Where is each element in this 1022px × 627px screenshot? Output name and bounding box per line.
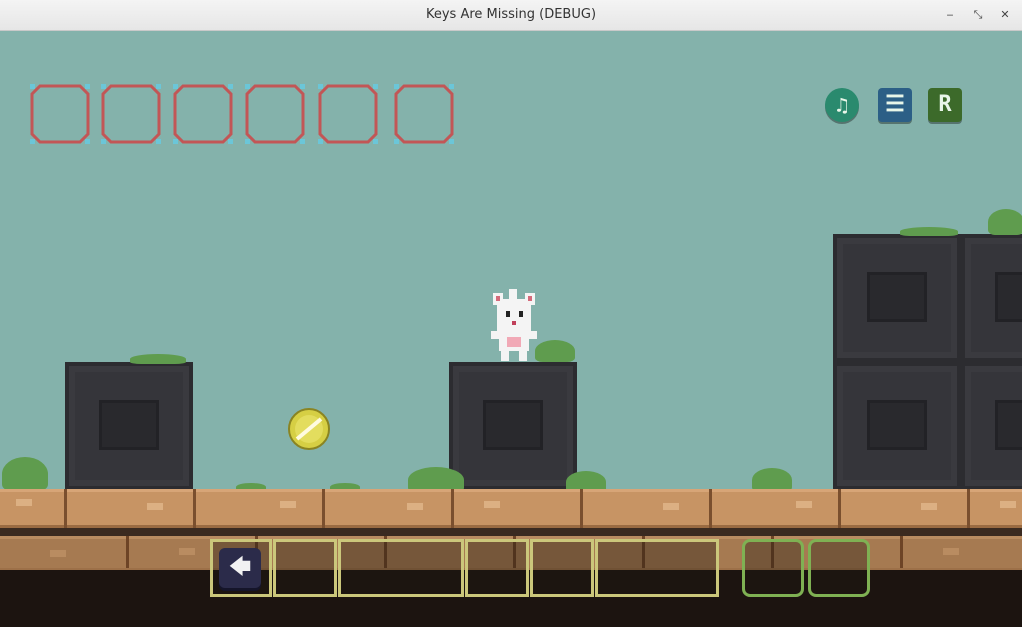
bush <box>2 457 48 491</box>
stone-block-window <box>483 400 543 450</box>
stone-block-window <box>995 272 1022 322</box>
key-slot <box>318 84 378 144</box>
ground-platform <box>0 489 1022 531</box>
grass-tuft <box>130 354 186 364</box>
command-slot[interactable] <box>595 539 719 597</box>
stone-block-window <box>99 400 159 450</box>
restart-button[interactable]: R <box>928 88 962 122</box>
command-slot-back[interactable]: 🡄 <box>210 539 272 597</box>
ground-brick <box>454 489 583 529</box>
key-slot <box>101 84 161 144</box>
stone-block-window <box>995 400 1022 450</box>
music-note-icon: ♫ <box>835 93 849 117</box>
back-arrow-icon[interactable]: 🡄 <box>219 548 261 588</box>
ground-brick <box>67 489 196 529</box>
player-character[interactable] <box>487 287 541 363</box>
command-slot[interactable] <box>465 539 529 597</box>
restart-icon: R <box>938 92 952 117</box>
key-slot <box>173 84 233 144</box>
stone-block <box>449 362 577 490</box>
window-titlebar[interactable]: Keys Are Missing (DEBUG) ‒ ⤡ ✕ <box>0 0 1022 31</box>
command-slot-green[interactable] <box>742 539 804 597</box>
key-slot <box>394 84 454 144</box>
command-slot-green[interactable] <box>808 539 870 597</box>
restore-button[interactable]: ⤡ <box>969 6 987 24</box>
bush <box>988 209 1022 235</box>
ground-brick <box>0 536 129 568</box>
ground-brick <box>0 489 67 529</box>
command-slot[interactable] <box>273 539 337 597</box>
ground-brick <box>841 489 970 529</box>
key-slot <box>245 84 305 144</box>
hamburger-menu-icon: ☰ <box>885 92 905 117</box>
grass-tuft <box>900 227 958 236</box>
ground-brick <box>583 489 712 529</box>
command-slot[interactable] <box>338 539 464 597</box>
close-button[interactable]: ✕ <box>996 6 1014 24</box>
stone-block <box>833 234 961 362</box>
bush <box>535 340 575 362</box>
music-toggle-button[interactable]: ♫ <box>825 88 859 122</box>
stone-block-window <box>867 272 927 322</box>
stone-block-window <box>867 400 927 450</box>
command-slot[interactable] <box>530 539 594 597</box>
stone-block <box>65 362 193 490</box>
ground-brick <box>903 536 1022 568</box>
key-slot <box>30 84 90 144</box>
yellow-orb[interactable] <box>287 407 331 451</box>
ground-brick <box>970 489 1022 529</box>
ground-shadow <box>0 528 1022 536</box>
ground-brick <box>712 489 841 529</box>
ground-brick <box>325 489 454 529</box>
stone-block <box>961 234 1022 362</box>
stone-block <box>833 362 961 490</box>
stone-block <box>961 362 1022 490</box>
ground-brick <box>196 489 325 529</box>
minimize-button[interactable]: ‒ <box>941 6 959 24</box>
menu-button[interactable]: ☰ <box>878 88 912 122</box>
window-title: Keys Are Missing (DEBUG) <box>425 7 597 22</box>
game-viewport[interactable]: ♫ ☰ R 🡄 <box>0 31 1022 627</box>
